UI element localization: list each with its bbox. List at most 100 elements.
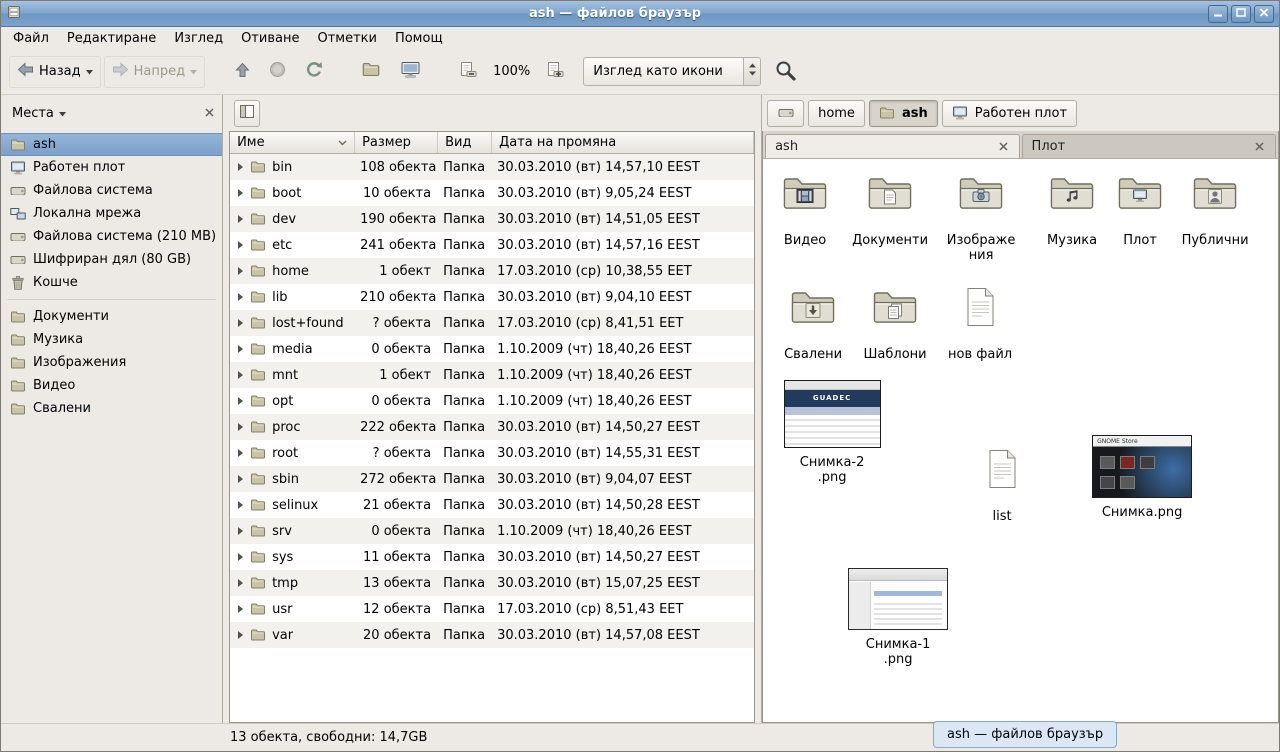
reload-button[interactable] [297,56,331,88]
sidebar-item[interactable]: Свалени [1,397,222,420]
image-file-item[interactable]: GNOME StoreСнимка.png [1090,435,1194,520]
expander-icon[interactable] [238,423,243,431]
table-row[interactable]: root? обектаПапка30.03.2010 (вт) 14,55,3… [230,440,754,466]
places-selector[interactable]: Места [6,102,72,125]
pane-toggle-button[interactable] [234,100,260,127]
table-row[interactable]: lib210 обектаПапка30.03.2010 (вт) 9,04,1… [230,284,754,310]
menu-item-1[interactable]: Редактиране [58,29,165,48]
table-row[interactable]: selinux21 обектаПапка30.03.2010 (вт) 14,… [230,492,754,518]
folder-item[interactable]: Свалени [773,287,853,362]
zoom-out-button[interactable] [451,56,485,88]
sidebar-item[interactable]: Изображения [1,351,222,374]
table-row[interactable]: etc241 обектаПапка30.03.2010 (вт) 14,57,… [230,232,754,258]
document-item[interactable]: нов файл [938,287,1022,362]
sidebar-close-button[interactable] [202,103,217,124]
forward-button[interactable]: Напред [104,56,205,88]
image-file-item[interactable]: GUADECСнимка-2.png [782,380,882,485]
table-row[interactable]: sys11 обектаПапка30.03.2010 (вт) 14,50,2… [230,544,754,570]
sidebar-item[interactable]: Работен плот [1,156,222,179]
folder-item[interactable]: Шаблони [855,287,935,362]
home-button[interactable] [353,56,389,88]
expander-icon[interactable] [238,189,243,197]
expander-icon[interactable] [238,215,243,223]
back-button[interactable]: Назад [9,56,101,88]
sidebar-item[interactable]: Файлова система (210 MB) [1,225,222,248]
table-row[interactable]: proc222 обектаПапка30.03.2010 (вт) 14,50… [230,414,754,440]
expander-icon[interactable] [238,475,243,483]
image-file-item[interactable]: Снимка-1.png [846,568,950,667]
sidebar-item[interactable]: Видео [1,374,222,397]
table-row[interactable]: media0 обектаПапка1.10.2009 (чт) 18,40,2… [230,336,754,362]
expander-icon[interactable] [238,371,243,379]
path-button-ash[interactable]: ash [869,100,938,127]
up-button[interactable] [227,56,258,88]
table-row[interactable]: boot10 обектаПапка30.03.2010 (вт) 9,05,2… [230,180,754,206]
sidebar-item[interactable]: ash [1,133,222,156]
path-button-Работен плот[interactable]: Работен плот [942,100,1077,127]
sidebar-item[interactable]: Кошче [1,271,222,294]
folder-item[interactable]: Видео [767,173,843,248]
path-button[interactable] [767,100,804,127]
expander-icon[interactable] [238,319,243,327]
table-row[interactable]: srv0 обектаПапка1.10.2009 (чт) 18,40,26 … [230,518,754,544]
folder-item[interactable]: Документи [850,173,930,248]
taskbar-window-button[interactable]: ash — файлов браузър [933,721,1117,748]
tab-Плот[interactable]: Плот [1022,134,1276,158]
view-mode-combo[interactable]: Изглед като икони [583,57,761,86]
table-row[interactable]: dev190 обектаПапка30.03.2010 (вт) 14,51,… [230,206,754,232]
minimize-button[interactable] [1208,5,1228,23]
menu-item-2[interactable]: Изглед [165,29,232,48]
table-row[interactable]: tmp13 обектаПапка30.03.2010 (вт) 15,07,2… [230,570,754,596]
expander-icon[interactable] [238,293,243,301]
expander-icon[interactable] [238,605,243,613]
table-row[interactable]: opt0 обектаПапка1.10.2009 (чт) 18,40,26 … [230,388,754,414]
expander-icon[interactable] [238,553,243,561]
expander-icon[interactable] [238,397,243,405]
expander-icon[interactable] [238,501,243,509]
column-header[interactable]: Вид [438,132,492,153]
folder-item[interactable]: Публични [1175,173,1255,248]
titlebar[interactable]: ash — файлов браузър [1,1,1279,27]
stop-button[interactable] [261,56,294,88]
expander-icon[interactable] [238,267,243,275]
folder-item[interactable]: Изображения [939,173,1023,263]
combo-spinner[interactable] [743,58,760,85]
table-row[interactable]: usr12 обектаПапка17.03.2010 (ср) 8,51,43… [230,596,754,622]
expander-icon[interactable] [238,527,243,535]
tab-close-button[interactable] [1253,140,1266,153]
sidebar-item[interactable]: Локална мрежа [1,202,222,225]
folder-item[interactable]: Музика [1032,173,1112,248]
tab-ash[interactable]: ash [765,134,1019,158]
sidebar-item[interactable]: Документи [1,305,222,328]
close-button[interactable] [1254,5,1274,23]
table-row[interactable]: home1 обектПапка17.03.2010 (ср) 10,38,55… [230,258,754,284]
menu-item-0[interactable]: Файл [4,29,58,48]
table-row[interactable]: mnt1 обектПапка1.10.2009 (чт) 18,40,26 E… [230,362,754,388]
zoom-in-button[interactable] [538,56,572,88]
tab-close-button[interactable] [997,140,1010,153]
menu-item-4[interactable]: Отметки [308,29,385,48]
table-row[interactable]: bin108 обектаПапка30.03.2010 (вт) 14,57,… [230,154,754,180]
maximize-button[interactable] [1231,5,1251,23]
menu-item-3[interactable]: Отиване [232,29,308,48]
table-row[interactable]: sbin272 обектаПапка30.03.2010 (вт) 9,04,… [230,466,754,492]
computer-button[interactable] [392,56,429,88]
column-header[interactable]: Размер [355,132,438,153]
table-row[interactable]: var20 обектаПапка30.03.2010 (вт) 14,57,0… [230,622,754,648]
expander-icon[interactable] [238,163,243,171]
back-dropdown-icon[interactable] [86,64,93,79]
expander-icon[interactable] [238,631,243,639]
expander-icon[interactable] [238,579,243,587]
expander-icon[interactable] [238,345,243,353]
column-header[interactable]: Дата на промяна [492,132,754,153]
menu-item-5[interactable]: Помощ [386,29,452,48]
forward-dropdown-icon[interactable] [190,64,197,79]
sidebar-item[interactable]: Шифриран дял (80 GB) [1,248,222,271]
expander-icon[interactable] [238,241,243,249]
folder-item[interactable]: Плот [1104,173,1176,248]
sidebar-item[interactable]: Музика [1,328,222,351]
sidebar-item[interactable]: Файлова система [1,179,222,202]
search-button[interactable] [774,59,797,85]
table-row[interactable]: lost+found? обектаПапка17.03.2010 (ср) 8… [230,310,754,336]
document-item[interactable]: list [962,449,1042,524]
